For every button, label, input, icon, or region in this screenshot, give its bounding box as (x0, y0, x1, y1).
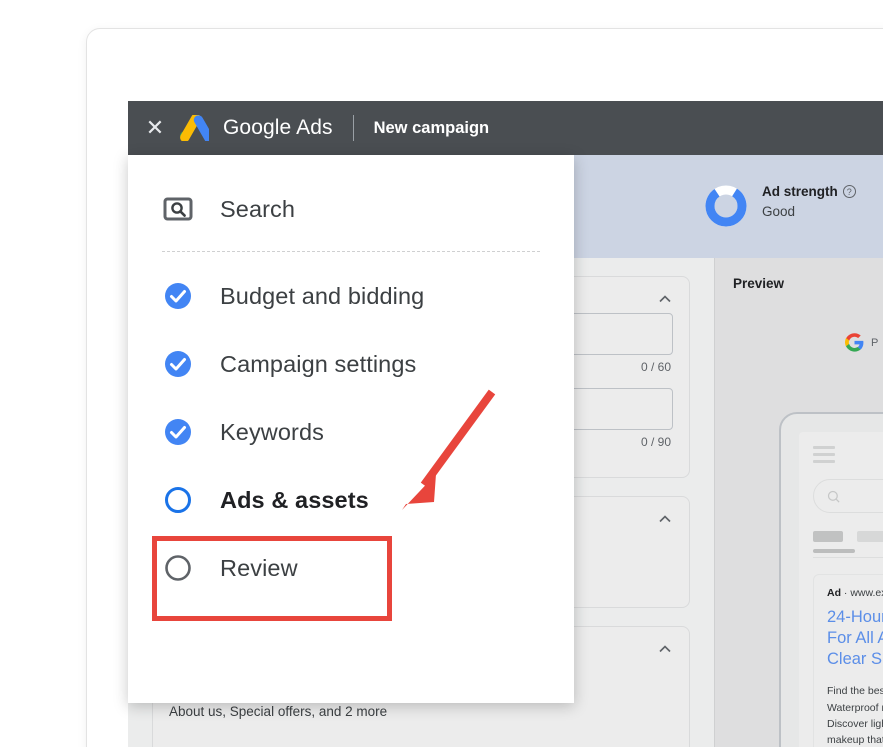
preview-source-text: P (871, 336, 879, 349)
ad-description-line: Discover lightweigh (827, 717, 883, 730)
google-g-icon (845, 333, 864, 352)
circle-outline-icon (165, 487, 191, 513)
phone-tab-inactive[interactable] (857, 531, 883, 542)
check-filled-icon (165, 351, 191, 377)
sidebar-item-budget-and-bidding[interactable]: Budget and bidding (128, 262, 574, 330)
sidebar-item-label: Search (220, 195, 296, 222)
sidebar-item-review[interactable]: Review (128, 534, 574, 602)
sidebar-item-ads-and-assets[interactable]: Ads & assets (128, 466, 574, 534)
search-icon (827, 490, 840, 503)
ad-preview-card: Ad · www.example. 24-Hour Mak For All Ag… (813, 574, 883, 747)
ad-description: Find the best serum Waterproof makup t D… (827, 683, 883, 747)
sidebar-item-label: Review (220, 554, 298, 581)
phone-tab-row (813, 531, 883, 542)
google-ads-logo-icon (180, 115, 209, 141)
sitelinks-value[interactable]: About us, Special offers, and 2 more (169, 704, 673, 719)
ad-strength-label-row: Ad strength ? (762, 184, 856, 199)
ad-headline-line: Clear Skin (827, 650, 883, 669)
brand-title: Google Ads (223, 116, 333, 139)
sidebar-item-search[interactable]: Search (128, 175, 574, 243)
ad-badge: Ad (827, 587, 841, 599)
search-box-icon (163, 197, 193, 221)
app-header-bar: ✕ Google Ads New campaign (128, 101, 883, 155)
chevron-up-icon[interactable] (655, 639, 675, 659)
sidebar-item-label: Budget and bidding (220, 282, 425, 309)
ad-description-line: Find the best serum (827, 685, 883, 698)
sidebar-item-label: Campaign settings (220, 350, 417, 377)
phone-screen: Ad · www.example. 24-Hour Mak For All Ag… (799, 432, 883, 747)
ad-strength-widget: Ad strength ? Good (704, 184, 856, 228)
preview-title: Preview (733, 276, 785, 291)
phone-tab-underline (813, 549, 855, 553)
phone-divider (813, 557, 883, 558)
sidebar-item-label: Ads & assets (220, 486, 369, 513)
sidebar-item-label: Keywords (220, 418, 324, 445)
ad-strength-donut-icon (705, 185, 747, 227)
phone-mockup: Ad · www.example. 24-Hour Mak For All Ag… (779, 412, 883, 747)
ad-url-row: Ad · www.example. (827, 587, 883, 599)
sidebar-item-keywords[interactable]: Keywords (128, 398, 574, 466)
check-filled-icon (165, 419, 191, 445)
ad-strength-value: Good (762, 204, 796, 219)
ad-description-line: Waterproof makup t (827, 701, 883, 714)
preview-source-row: P (845, 333, 883, 352)
ad-display-url: · www.example. (843, 587, 883, 599)
check-filled-icon (165, 283, 191, 309)
campaign-steps-panel: Search Budget and bidding Campaign setti… (128, 155, 574, 703)
ad-description-line: makeup that makes (827, 734, 883, 747)
ad-headline-line: For All Ages (827, 629, 883, 648)
phone-tab-active[interactable] (813, 531, 843, 542)
ad-headline-line: 24-Hour Mak (827, 608, 883, 626)
circle-outline-icon (165, 555, 191, 581)
screenshot-stage: re keywords in your Ad strength ? Good (0, 0, 883, 747)
sidebar-item-campaign-settings[interactable]: Campaign settings (128, 330, 574, 398)
preview-column: Preview P Ad · www.ex 24-Hour For All Cl… (714, 258, 883, 747)
ad-strength-label: Ad strength (762, 184, 838, 199)
header-divider (352, 115, 354, 141)
hamburger-menu-icon[interactable] (813, 446, 883, 463)
help-circle-icon[interactable]: ? (842, 185, 856, 198)
campaign-subtitle: New campaign (373, 118, 490, 137)
chevron-up-icon[interactable] (655, 289, 675, 309)
panel-separator (162, 251, 540, 252)
phone-search-bar[interactable] (813, 479, 883, 513)
ad-headline[interactable]: 24-Hour Mak For All Ages Clear Skin (827, 607, 883, 670)
close-x-icon[interactable]: ✕ (145, 117, 165, 139)
